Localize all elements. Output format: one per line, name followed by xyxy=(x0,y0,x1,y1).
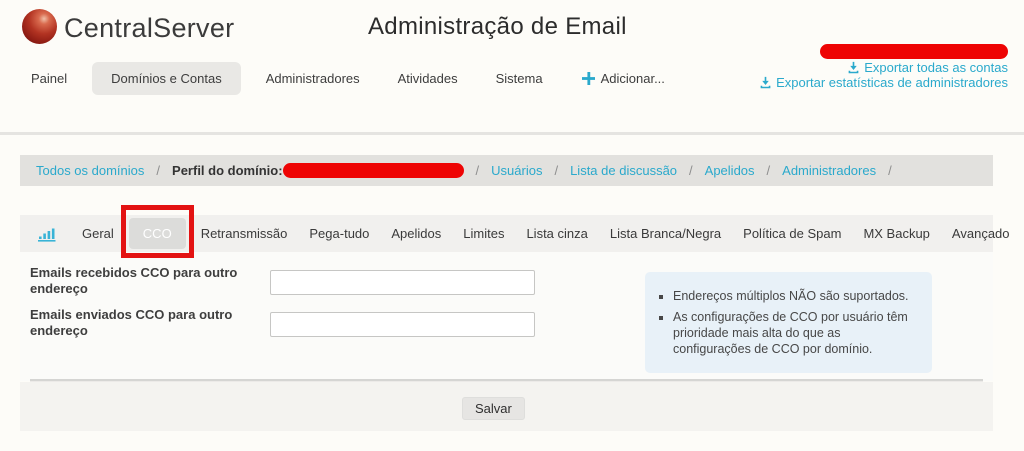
breadcrumb-separator: / xyxy=(554,163,558,178)
breadcrumb-separator: / xyxy=(156,163,160,178)
add-button[interactable]: Adicionar... xyxy=(582,71,665,86)
cco-form: Emails recebidos CCO para outro endereço… xyxy=(20,252,993,381)
breadcrumb-all-domains[interactable]: Todos os domínios xyxy=(36,163,144,178)
breadcrumb-separator: / xyxy=(689,163,693,178)
export-all-accounts-link[interactable]: Exportar todas as contas xyxy=(759,60,1008,75)
export-admin-stats-label: Exportar estatísticas de administradores xyxy=(776,75,1008,90)
export-admin-stats-link[interactable]: Exportar estatísticas de administradores xyxy=(759,75,1008,90)
tab-lista-cinza[interactable]: Lista cinza xyxy=(515,218,598,249)
tab-cco-label: CCO xyxy=(143,226,172,241)
export-all-accounts-label: Exportar todas as contas xyxy=(864,60,1008,75)
domain-tabs: Geral CCO Retransmissão Pega-tudo Apelid… xyxy=(20,215,993,252)
bar-chart-icon[interactable] xyxy=(37,226,57,242)
form-footer: Salvar xyxy=(20,382,993,431)
tab-pega-tudo[interactable]: Pega-tudo xyxy=(298,218,380,249)
info-box: Endereços múltiplos NÃO são suportados. … xyxy=(645,272,932,373)
plus-icon xyxy=(582,72,595,85)
tab-geral[interactable]: Geral xyxy=(71,218,125,249)
breadcrumb-separator: / xyxy=(476,163,480,178)
tab-lista-branca-negra[interactable]: Lista Branca/Negra xyxy=(599,218,732,249)
save-button[interactable]: Salvar xyxy=(462,397,525,420)
breadcrumb: Todos os domínios / Perfil do domínio: /… xyxy=(20,155,993,186)
received-cco-input[interactable] xyxy=(270,270,535,295)
sent-cco-input[interactable] xyxy=(270,312,535,337)
breadcrumb-separator: / xyxy=(888,163,892,178)
tab-avancado[interactable]: Avançado xyxy=(941,218,1021,249)
brand-name: CentralServer xyxy=(64,13,234,44)
centralserver-logo-icon xyxy=(22,9,57,44)
redaction-bar xyxy=(820,44,1008,59)
add-button-label: Adicionar... xyxy=(601,71,665,86)
page-title: Administração de Email xyxy=(368,13,627,41)
export-links: Exportar todas as contas Exportar estatí… xyxy=(759,60,1008,90)
info-item: As configurações de CCO por usuário têm … xyxy=(673,309,918,357)
breadcrumb-administrators[interactable]: Administradores xyxy=(782,163,876,178)
header-divider xyxy=(0,132,1024,135)
tab-politica-de-spam[interactable]: Política de Spam xyxy=(732,218,852,249)
nav-item-painel[interactable]: Painel xyxy=(18,62,80,95)
redaction-bar xyxy=(283,163,464,178)
main-nav: Painel Domínios e Contas Administradores… xyxy=(18,62,665,95)
tab-mx-backup[interactable]: MX Backup xyxy=(852,218,940,249)
info-item: Endereços múltiplos NÃO são suportados. xyxy=(673,288,918,304)
info-list: Endereços múltiplos NÃO são suportados. … xyxy=(655,288,918,357)
nav-item-atividades[interactable]: Atividades xyxy=(385,62,471,95)
tab-limites[interactable]: Limites xyxy=(452,218,515,249)
breadcrumb-domain-profile: Perfil do domínio: xyxy=(172,163,283,178)
tab-retransmissao[interactable]: Retransmissão xyxy=(190,218,299,249)
breadcrumb-mailing-list[interactable]: Lista de discussão xyxy=(570,163,677,178)
tab-apelidos[interactable]: Apelidos xyxy=(380,218,452,249)
breadcrumb-separator: / xyxy=(767,163,771,178)
nav-item-dominios-e-contas[interactable]: Domínios e Contas xyxy=(92,62,241,95)
sent-cco-label: Emails enviados CCO para outro endereço xyxy=(30,307,265,339)
breadcrumb-aliases[interactable]: Apelidos xyxy=(705,163,755,178)
download-icon xyxy=(759,76,772,89)
content-divider xyxy=(30,379,983,381)
tab-cco[interactable]: CCO xyxy=(129,218,186,249)
download-icon xyxy=(847,61,860,74)
received-cco-label: Emails recebidos CCO para outro endereço xyxy=(30,265,265,297)
nav-item-sistema[interactable]: Sistema xyxy=(483,62,556,95)
nav-item-administradores[interactable]: Administradores xyxy=(253,62,373,95)
breadcrumb-users[interactable]: Usuários xyxy=(491,163,542,178)
